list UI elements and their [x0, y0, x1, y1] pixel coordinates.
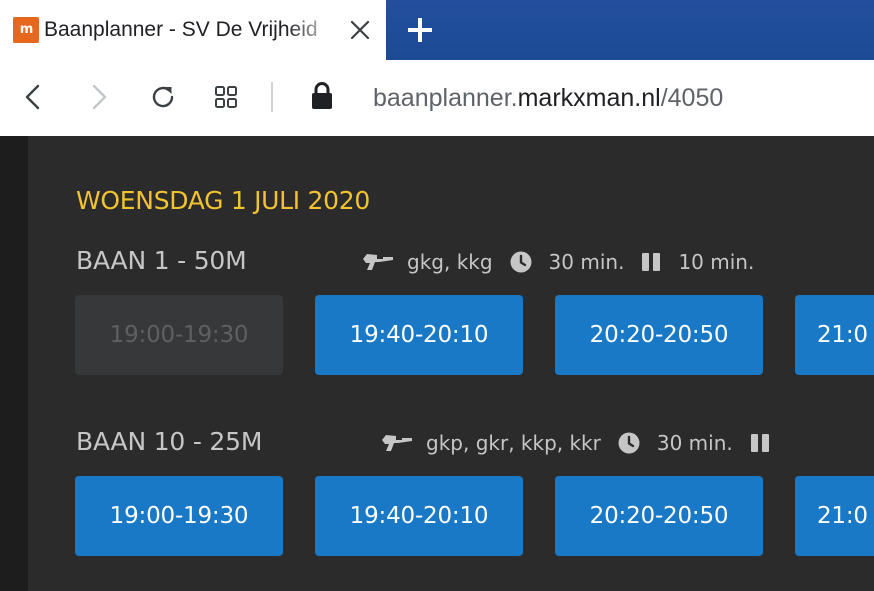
apps-grid-icon[interactable]	[211, 82, 241, 112]
close-icon[interactable]	[344, 14, 376, 46]
forward-icon[interactable]	[83, 82, 113, 112]
lane-meta: gkg, kkg 30 min. 10 min.	[361, 244, 754, 280]
url-path: /4050	[660, 84, 724, 112]
pause-icon	[642, 253, 661, 271]
clock-icon	[618, 432, 640, 454]
lane-meta: gkp, gkr, kkp, kkr 30 min.	[380, 425, 771, 461]
time-slot-button[interactable]: 19:40-20:10	[315, 476, 523, 556]
lane-duration: 30 min.	[656, 431, 733, 455]
date-heading: WOENSDAG 1 JULI 2020	[76, 186, 370, 215]
time-slot-button[interactable]: 19:00-19:30	[75, 476, 283, 556]
lock-icon[interactable]	[310, 80, 334, 112]
site-favicon-icon: m	[13, 17, 39, 43]
back-icon[interactable]	[19, 82, 49, 112]
time-slot-button[interactable]: 20:20-20:50	[555, 476, 763, 556]
lane-title: BAAN 1 - 50M	[76, 246, 247, 275]
time-slot-button[interactable]: 21:0	[795, 295, 874, 375]
lane-title: BAAN 10 - 25M	[76, 427, 263, 456]
lane-duration: 30 min.	[548, 250, 625, 274]
browser-toolbar: baanplanner.markxman.nl/4050	[0, 60, 874, 136]
pause-icon	[750, 434, 769, 452]
url-host: markxman.nl	[517, 84, 661, 112]
new-tab-plus-icon[interactable]	[405, 15, 435, 45]
toolbar-divider	[271, 82, 273, 112]
clock-icon	[510, 251, 532, 273]
time-slot-button: 19:00-19:30	[75, 295, 283, 375]
pistol-icon	[382, 435, 412, 451]
address-bar-url[interactable]: baanplanner.markxman.nl/4050	[373, 80, 723, 116]
lane-weapons: gkg, kkg	[407, 250, 493, 274]
time-slot-button[interactable]: 19:40-20:10	[315, 295, 523, 375]
reload-icon[interactable]	[148, 82, 178, 112]
tab-strip: m Baanplanner - SV De Vrijheid	[0, 0, 874, 60]
lane-weapons: gkp, gkr, kkp, kkr	[426, 431, 601, 455]
lane-pause: 10 min.	[678, 250, 755, 274]
rifle-icon	[363, 254, 393, 270]
time-slot-button[interactable]: 21:0	[795, 476, 874, 556]
time-slot-button[interactable]: 20:20-20:50	[555, 295, 763, 375]
url-subdomain: baanplanner.	[373, 84, 518, 112]
tab-title: Baanplanner - SV De Vrijheid	[44, 18, 318, 41]
browser-tab[interactable]: m Baanplanner - SV De Vrijheid	[0, 0, 386, 60]
